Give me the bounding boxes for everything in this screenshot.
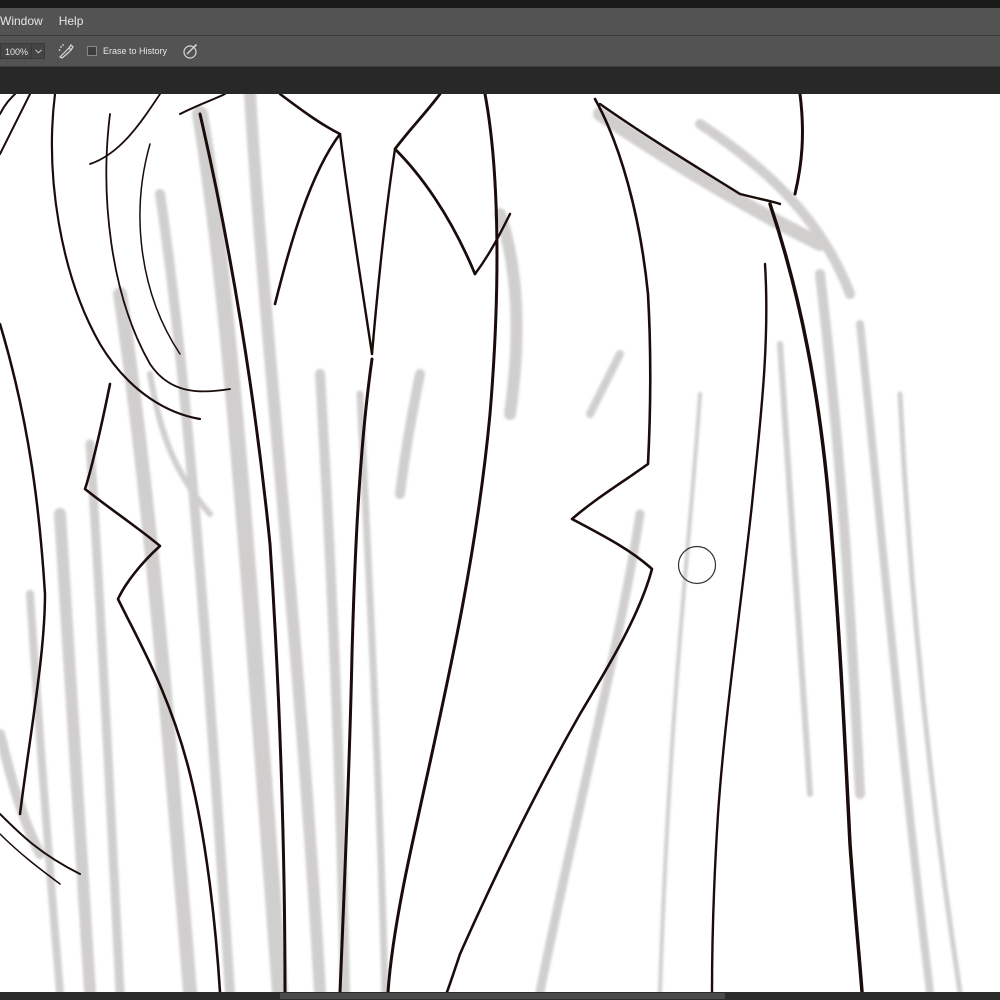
title-bar <box>0 0 1000 8</box>
menu-help[interactable]: Help <box>51 8 92 35</box>
erase-to-history-label: Erase to History <box>103 46 168 56</box>
menu-bar: Window Help <box>0 8 1000 35</box>
pressure-size-icon <box>183 44 198 59</box>
drawing-canvas[interactable] <box>0 94 1000 992</box>
chevron-down-icon <box>34 48 42 54</box>
options-bar: 100% Erase to History <box>0 36 1000 66</box>
sketch-layer <box>0 94 963 992</box>
workspace-area <box>0 67 1000 94</box>
horizontal-scrollbar[interactable] <box>0 992 1000 1000</box>
menu-window[interactable]: Window <box>0 8 51 35</box>
airbrush-icon <box>58 44 74 59</box>
brush-cursor-icon <box>677 545 717 585</box>
zoom-dropdown-button[interactable] <box>32 43 45 59</box>
line-art <box>0 94 963 992</box>
zoom-input[interactable]: 100% <box>0 43 32 59</box>
ink-layer <box>0 94 864 992</box>
erase-to-history-checkbox[interactable] <box>87 46 97 56</box>
airbrush-button[interactable] <box>55 40 77 62</box>
pressure-size-button[interactable] <box>179 40 201 62</box>
scrollbar-thumb[interactable] <box>280 993 725 999</box>
